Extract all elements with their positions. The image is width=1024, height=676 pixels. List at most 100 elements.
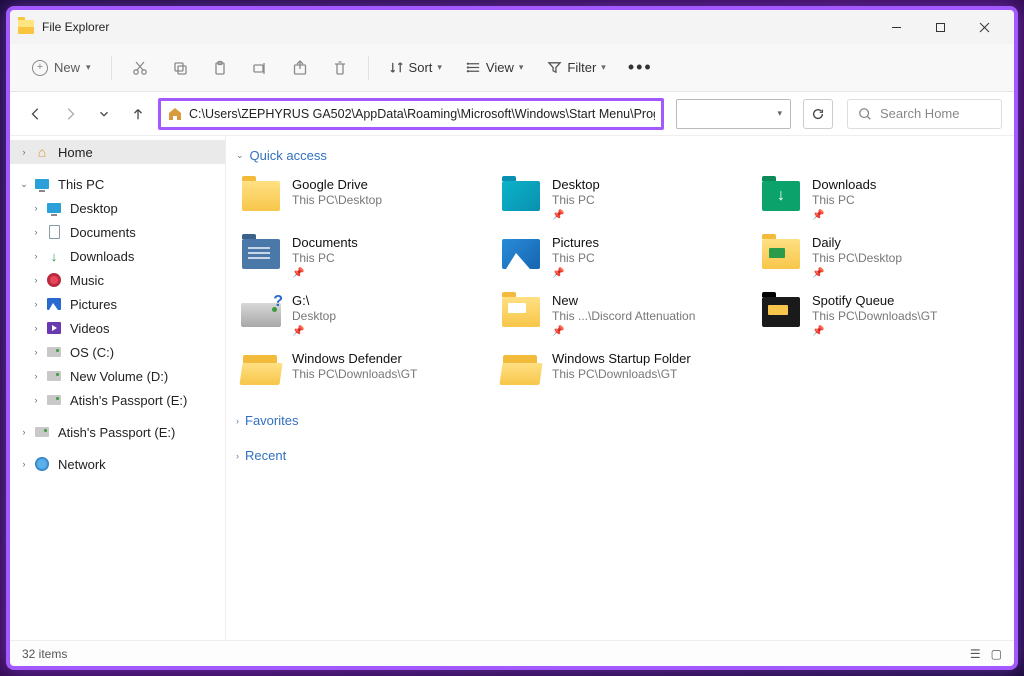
sidebar-item-videos[interactable]: ›Videos xyxy=(10,316,225,340)
item-name: Daily xyxy=(812,235,902,250)
quick-access-item[interactable]: ↓DownloadsThis PC📌 xyxy=(756,173,996,225)
window-title: File Explorer xyxy=(42,20,109,34)
sidebar-label: Desktop xyxy=(70,201,118,216)
sidebar-item-atish1[interactable]: ›Atish's Passport (E:) xyxy=(10,388,225,412)
rename-icon[interactable] xyxy=(242,52,278,84)
sidebar-label: Pictures xyxy=(70,297,117,312)
sidebar-item-network[interactable]: ›Network xyxy=(10,452,225,476)
titlebar: File Explorer xyxy=(10,10,1014,44)
refresh-button[interactable] xyxy=(803,99,833,129)
address-dropdown[interactable]: ▾ xyxy=(676,99,791,129)
group-favorites[interactable]: › Favorites xyxy=(236,413,1004,428)
sidebar-item-music[interactable]: ›Music xyxy=(10,268,225,292)
pin-icon: 📌 xyxy=(552,210,600,221)
sort-button[interactable]: Sort ▾ xyxy=(379,52,452,84)
quick-access-item[interactable]: Google DriveThis PC\Desktop xyxy=(236,173,476,225)
drive-icon xyxy=(47,395,61,405)
chevron-down-icon: ▾ xyxy=(86,62,91,73)
sidebar-item-desktop[interactable]: ›Desktop xyxy=(10,196,225,220)
item-location: This ...\Discord Attenuation xyxy=(552,309,695,323)
paste-icon[interactable] xyxy=(202,52,238,84)
minimize-button[interactable] xyxy=(874,10,918,44)
address-bar[interactable] xyxy=(158,98,664,130)
more-button[interactable]: ••• xyxy=(620,57,661,78)
quick-access-item[interactable]: DesktopThis PC📌 xyxy=(496,173,736,225)
pin-icon: 📌 xyxy=(812,210,876,221)
sidebar-item-osc[interactable]: ›OS (C:) xyxy=(10,340,225,364)
sidebar-item-atish2[interactable]: ›Atish's Passport (E:) xyxy=(10,420,225,444)
new-button[interactable]: + New ▾ xyxy=(22,52,101,84)
filter-label: Filter xyxy=(567,60,596,75)
back-button[interactable] xyxy=(22,100,50,128)
quick-access-item[interactable]: Spotify QueueThis PC\Downloads\GT📌 xyxy=(756,289,996,341)
group-label: Quick access xyxy=(250,148,327,163)
separator xyxy=(111,56,112,80)
sidebar-label: Music xyxy=(70,273,104,288)
home-icon: ⌂ xyxy=(34,144,50,160)
chevron-down-icon: ▾ xyxy=(777,108,782,119)
chevron-right-icon: › xyxy=(236,416,239,426)
item-location: This PC\Desktop xyxy=(292,193,382,207)
item-location: This PC xyxy=(292,251,358,265)
quick-access-item[interactable]: ?G:\Desktop📌 xyxy=(236,289,476,341)
details-view-icon[interactable]: ☰ xyxy=(970,647,981,661)
network-icon xyxy=(35,457,49,471)
address-input[interactable] xyxy=(189,107,655,121)
filter-button[interactable]: Filter ▾ xyxy=(537,52,615,84)
copy-icon[interactable] xyxy=(162,52,198,84)
quick-access-item[interactable]: PicturesThis PC📌 xyxy=(496,231,736,283)
group-label: Favorites xyxy=(245,413,298,428)
chevron-down-icon: ▾ xyxy=(437,62,442,73)
item-name: Desktop xyxy=(552,177,600,192)
sidebar-label: New Volume (D:) xyxy=(70,369,168,384)
item-name: Documents xyxy=(292,235,358,250)
item-icon xyxy=(760,293,802,331)
delete-icon[interactable] xyxy=(322,52,358,84)
item-location: This PC xyxy=(812,193,876,207)
sort-label: Sort xyxy=(409,60,433,75)
file-explorer-icon xyxy=(18,20,34,34)
sidebar-label: Documents xyxy=(70,225,136,240)
view-button[interactable]: View ▾ xyxy=(456,52,533,84)
drive-icon xyxy=(47,371,61,381)
item-location: This PC\Downloads\GT xyxy=(812,309,937,323)
group-quick-access[interactable]: ⌄Quick access xyxy=(236,148,1004,163)
sidebar-item-downloads[interactable]: ›↓Downloads xyxy=(10,244,225,268)
sidebar-label: Atish's Passport (E:) xyxy=(58,425,175,440)
quick-access-item[interactable]: Windows Startup FolderThis PC\Downloads\… xyxy=(496,347,736,393)
sidebar-item-home[interactable]: › ⌂ Home xyxy=(10,140,225,164)
item-icon xyxy=(500,235,542,273)
sidebar-item-pictures[interactable]: ›Pictures xyxy=(10,292,225,316)
cut-icon[interactable] xyxy=(122,52,158,84)
item-icon xyxy=(240,177,282,215)
item-name: G:\ xyxy=(292,293,336,308)
videos-icon xyxy=(47,322,61,334)
recent-locations-button[interactable] xyxy=(90,100,118,128)
group-label: Recent xyxy=(245,448,286,463)
share-icon[interactable] xyxy=(282,52,318,84)
maximize-button[interactable] xyxy=(918,10,962,44)
quick-access-item[interactable]: Windows DefenderThis PC\Downloads\GT xyxy=(236,347,476,393)
large-icons-view-icon[interactable]: ▢ xyxy=(991,647,1002,661)
quick-access-item[interactable]: DocumentsThis PC📌 xyxy=(236,231,476,283)
search-box[interactable]: Search Home xyxy=(847,99,1002,129)
sidebar-label: Network xyxy=(58,457,106,472)
up-button[interactable] xyxy=(124,100,152,128)
item-icon xyxy=(500,293,542,331)
quick-access-item[interactable]: NewThis ...\Discord Attenuation📌 xyxy=(496,289,736,341)
group-recent[interactable]: ›Recent xyxy=(236,448,1004,463)
item-icon: ? xyxy=(240,293,282,331)
view-label: View xyxy=(486,60,514,75)
status-bar: 32 items ☰ ▢ xyxy=(10,640,1014,666)
pin-icon: 📌 xyxy=(552,268,599,279)
pin-icon: 📌 xyxy=(812,326,937,337)
forward-button[interactable] xyxy=(56,100,84,128)
quick-access-item[interactable]: DailyThis PC\Desktop📌 xyxy=(756,231,996,283)
close-button[interactable] xyxy=(962,10,1006,44)
item-name: Windows Startup Folder xyxy=(552,351,691,366)
sidebar-label: OS (C:) xyxy=(70,345,114,360)
sidebar-item-thispc[interactable]: ⌄ This PC xyxy=(10,172,225,196)
sidebar-item-documents[interactable]: ›Documents xyxy=(10,220,225,244)
chevron-down-icon: ▾ xyxy=(601,62,606,73)
sidebar-item-newvol[interactable]: ›New Volume (D:) xyxy=(10,364,225,388)
